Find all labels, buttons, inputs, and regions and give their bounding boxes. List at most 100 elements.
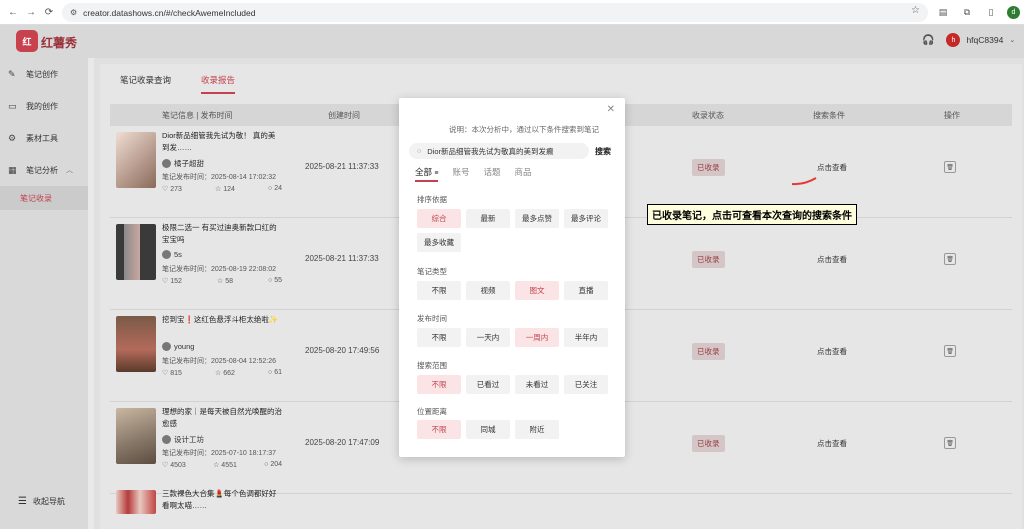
app-header: 红 红薯秀 🎧 h hfqC8394 ⌄ (0, 25, 1024, 58)
annotation-callout: 已收录笔记，点击可查看本次查询的搜索条件 (647, 204, 857, 225)
close-icon[interactable]: ✕ (607, 104, 615, 115)
delete-icon[interactable]: 🗑 (944, 253, 956, 265)
note-thumbnail[interactable] (116, 490, 156, 514)
option-chip[interactable]: 最多点赞 (515, 209, 559, 228)
note-pubtime: 笔记发布时间：2025-07-10 18:17:37 (162, 450, 276, 457)
address-bar[interactable]: ⚙ creator.datashows.cn/#/checkAwemeInclu… (62, 3, 928, 22)
note-thumbnail[interactable] (116, 316, 156, 372)
option-chip[interactable]: 已看过 (466, 375, 510, 394)
comment-count: ○ 24 (268, 185, 282, 192)
back-icon[interactable]: ← (6, 5, 20, 19)
col-search-cond: 搜索条件 (813, 111, 845, 120)
support-headset-icon[interactable]: 🎧 (922, 35, 934, 46)
filter-tab-topic[interactable]: 话题 (484, 166, 501, 182)
sidebar-item-my-creations[interactable]: ▭ 我的创作 (0, 90, 88, 122)
note-title[interactable]: 三款裸色大合集💄每个色调都好好看啊太喵…… (162, 488, 282, 512)
sidepanel-icon[interactable]: ▯ (983, 4, 999, 20)
status-badge: 已收录 (692, 251, 725, 268)
option-chip[interactable]: 半年内 (564, 328, 608, 347)
like-count: ♡ 152 (162, 278, 182, 285)
view-conditions-link[interactable]: 点击查看 (817, 162, 847, 173)
sort-options: 综合 最新 最多点赞 最多评论 最多收藏 (417, 209, 617, 252)
time-options: 不限 一天内 一周内 半年内 (417, 328, 617, 347)
option-chip[interactable]: 最多收藏 (417, 233, 461, 252)
option-chip[interactable]: 一天内 (466, 328, 510, 347)
option-chip[interactable]: 不限 (417, 375, 461, 394)
sidebar-item-material-tools[interactable]: ⚙ 素材工具 (0, 122, 88, 154)
collapse-nav-button[interactable]: ☰ 收起导航 (18, 496, 65, 507)
search-conditions-modal: ✕ 说明：本次分析中，通过以下条件搜索到笔记 ○ Dior新品细管我先试为敬真的… (399, 98, 625, 457)
search-button[interactable]: 搜索 (595, 146, 611, 157)
delete-icon[interactable]: 🗑 (944, 345, 956, 357)
note-thumbnail[interactable] (116, 408, 156, 464)
delete-icon[interactable]: 🗑 (944, 161, 956, 173)
chevron-up-icon: ︿ (66, 167, 73, 174)
note-pubtime: 笔记发布时间：2025-08-04 12:52:26 (162, 358, 276, 365)
sidebar-item-note-analysis[interactable]: ▦ 笔记分析 ︿ (0, 154, 88, 186)
note-thumbnail[interactable] (116, 224, 156, 280)
filter-tab-product[interactable]: 商品 (515, 166, 532, 182)
search-icon: ○ (417, 147, 422, 155)
username[interactable]: hfqC8394 (966, 35, 1003, 45)
col-note-info: 笔记信息 | 发布时间 (162, 111, 233, 120)
media-icon[interactable]: ▤ (935, 4, 951, 20)
logo-text: 红薯秀 (41, 36, 78, 50)
search-input[interactable]: ○ Dior新品细管我先试为敬真的美到发癫 (409, 143, 589, 159)
sidebar-item-note-inclusion[interactable]: 笔记收录 (0, 186, 88, 210)
browser-profile-avatar[interactable]: d (1007, 5, 1020, 19)
option-chip[interactable]: 同城 (466, 420, 510, 439)
filter-icon: ≡ (434, 170, 439, 177)
note-author: 橘子超甜 (162, 158, 204, 169)
note-author: young (162, 342, 194, 351)
section-label-scope: 搜索范围 (417, 361, 447, 370)
col-status: 收录状态 (692, 111, 724, 120)
option-chip[interactable]: 视频 (466, 281, 510, 300)
option-chip[interactable]: 图文 (515, 281, 559, 300)
site-settings-icon[interactable]: ⚙ (70, 8, 77, 17)
user-avatar[interactable]: h (946, 33, 961, 47)
delete-icon[interactable]: 🗑 (944, 437, 956, 449)
filter-tab-all[interactable]: 全部 ≡ (415, 166, 439, 182)
tab-inclusion-query[interactable]: 笔记收录查询 (120, 74, 171, 94)
forward-icon[interactable]: → (24, 5, 38, 19)
note-title[interactable]: 挖到宝❗这红色悬浮斗柜太绝啦✨ (162, 314, 282, 326)
sidebar-item-note-create[interactable]: ✎ 笔记创作 (0, 58, 88, 90)
option-chip[interactable]: 综合 (417, 209, 461, 228)
section-label-distance: 位置距离 (417, 407, 447, 416)
option-chip[interactable]: 不限 (417, 281, 461, 300)
view-conditions-link[interactable]: 点击查看 (817, 254, 847, 265)
option-chip[interactable]: 不限 (417, 420, 461, 439)
option-chip[interactable]: 不限 (417, 328, 461, 347)
collect-count: ☆ 58 (216, 278, 233, 285)
option-chip[interactable]: 直播 (564, 281, 608, 300)
view-conditions-link[interactable]: 点击查看 (817, 438, 847, 449)
filter-tab-account[interactable]: 账号 (452, 166, 469, 182)
option-chip[interactable]: 最新 (466, 209, 510, 228)
option-chip[interactable]: 附近 (515, 420, 559, 439)
chevron-down-icon[interactable]: ⌄ (1009, 36, 1015, 44)
note-title[interactable]: 极限二选一 有买过迪奥新款口红的宝宝吗 (162, 222, 282, 246)
author-avatar (162, 250, 171, 259)
note-stats: ♡ 815 ☆ 662 ○ 61 (162, 369, 282, 377)
collect-count: ☆ 662 (215, 370, 235, 377)
view-conditions-link[interactable]: 点击查看 (817, 346, 847, 357)
modal-description: 说明：本次分析中，通过以下条件搜索到笔记 (449, 125, 599, 134)
option-chip[interactable]: 一周内 (515, 328, 559, 347)
option-chip[interactable]: 已关注 (564, 375, 608, 394)
option-chip[interactable]: 最多评论 (564, 209, 608, 228)
tab-inclusion-report[interactable]: 收录报告 (201, 74, 236, 94)
collect-count: ☆ 124 (215, 186, 235, 193)
note-pubtime: 笔记发布时间：2025-08-19 22:08:02 (162, 266, 276, 273)
note-stats: ♡ 152 ☆ 58 ○ 55 (162, 277, 282, 285)
bookmark-star-icon[interactable]: ☆ (911, 5, 920, 16)
extensions-icon[interactable]: ⧉ (959, 4, 975, 20)
reload-icon[interactable]: ⟳ (42, 5, 56, 19)
note-title[interactable]: 理想的家｜是每天被自然光唤醒的治愈感 (162, 406, 282, 430)
like-count: ♡ 815 (162, 370, 182, 377)
comment-count: ○ 55 (268, 277, 282, 284)
distance-options: 不限 同城 附近 (417, 420, 617, 439)
pen-icon: ✎ (8, 68, 16, 79)
option-chip[interactable]: 未看过 (515, 375, 559, 394)
note-thumbnail[interactable] (116, 132, 156, 188)
note-title[interactable]: Dior新品细管我先试为敬！ 真的美到发…… (162, 130, 282, 154)
